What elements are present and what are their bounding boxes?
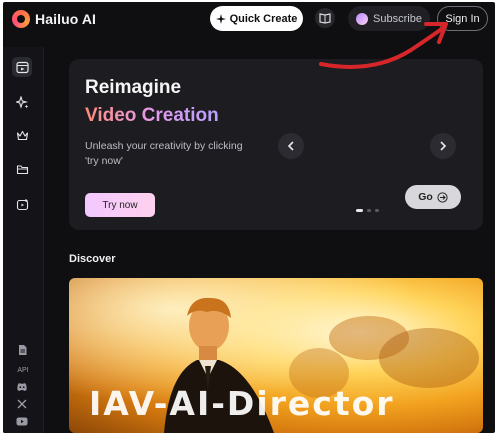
- hero-title: Reimagine: [85, 77, 182, 98]
- video-icon: [15, 61, 29, 73]
- book-icon: [319, 13, 331, 24]
- go-button[interactable]: Go: [405, 185, 461, 209]
- sidebar-item-upload[interactable]: [12, 194, 32, 214]
- app-window: Hailuo AI Quick Create Subscribe Sign In: [3, 2, 495, 433]
- guide-button[interactable]: [315, 8, 335, 28]
- app-name: Hailuo AI: [35, 11, 97, 27]
- go-label: Go: [418, 191, 433, 203]
- crown-icon: [16, 130, 28, 140]
- sidebar: API: [3, 47, 44, 433]
- docs-link[interactable]: [12, 340, 32, 360]
- arrow-right-circle-icon: [437, 191, 448, 203]
- logo[interactable]: Hailuo AI: [12, 10, 96, 28]
- carousel-dot[interactable]: [367, 209, 371, 212]
- chevron-left-icon: [287, 141, 294, 151]
- discover-video-card[interactable]: IAV-AI-Director: [69, 278, 483, 433]
- document-icon: [18, 345, 26, 355]
- gem-icon: [356, 12, 369, 25]
- api-link[interactable]: API: [3, 367, 43, 374]
- carousel-indicator: [356, 209, 379, 212]
- subscribe-label: Subscribe: [373, 12, 422, 25]
- carousel-next-button[interactable]: [430, 133, 456, 159]
- x-icon: [17, 399, 27, 409]
- sidebar-item-videos[interactable]: [12, 57, 32, 77]
- sparkle-icon: [15, 95, 28, 109]
- sidebar-item-premium[interactable]: [12, 125, 32, 145]
- hero-title-highlight: Video Creation: [85, 105, 219, 126]
- youtube-icon: [16, 417, 28, 425]
- upload-icon: [16, 198, 28, 210]
- quick-create-button[interactable]: Quick Create: [210, 6, 303, 31]
- chevron-right-icon: [440, 141, 447, 151]
- hero-description: Unleash your creativity by clicking 'try…: [85, 140, 243, 167]
- sidebar-item-create[interactable]: [12, 92, 32, 112]
- thumbnail-overlay-text: IAV-AI-Director: [89, 384, 395, 423]
- folder-icon: [16, 164, 28, 174]
- carousel-dot[interactable]: [375, 209, 379, 212]
- sign-in-button[interactable]: Sign In: [437, 6, 488, 31]
- try-now-button[interactable]: Try now: [85, 193, 155, 217]
- logo-icon: [12, 10, 30, 28]
- quick-create-label: Quick Create: [229, 12, 298, 25]
- discover-heading: Discover: [69, 253, 116, 265]
- subscribe-button[interactable]: Subscribe: [348, 6, 430, 31]
- youtube-link[interactable]: [12, 411, 32, 431]
- try-now-label: Try now: [102, 199, 138, 211]
- hero-banner: Reimagine Video Creation Unleash your cr…: [69, 59, 483, 230]
- carousel-prev-button[interactable]: [278, 133, 304, 159]
- sidebar-item-assets[interactable]: [12, 159, 32, 179]
- discord-icon: [17, 383, 27, 391]
- sign-in-label: Sign In: [445, 12, 480, 25]
- carousel-dot[interactable]: [356, 209, 363, 212]
- sparkle-icon: [215, 13, 226, 24]
- top-bar: Hailuo AI Quick Create Subscribe Sign In: [3, 2, 495, 42]
